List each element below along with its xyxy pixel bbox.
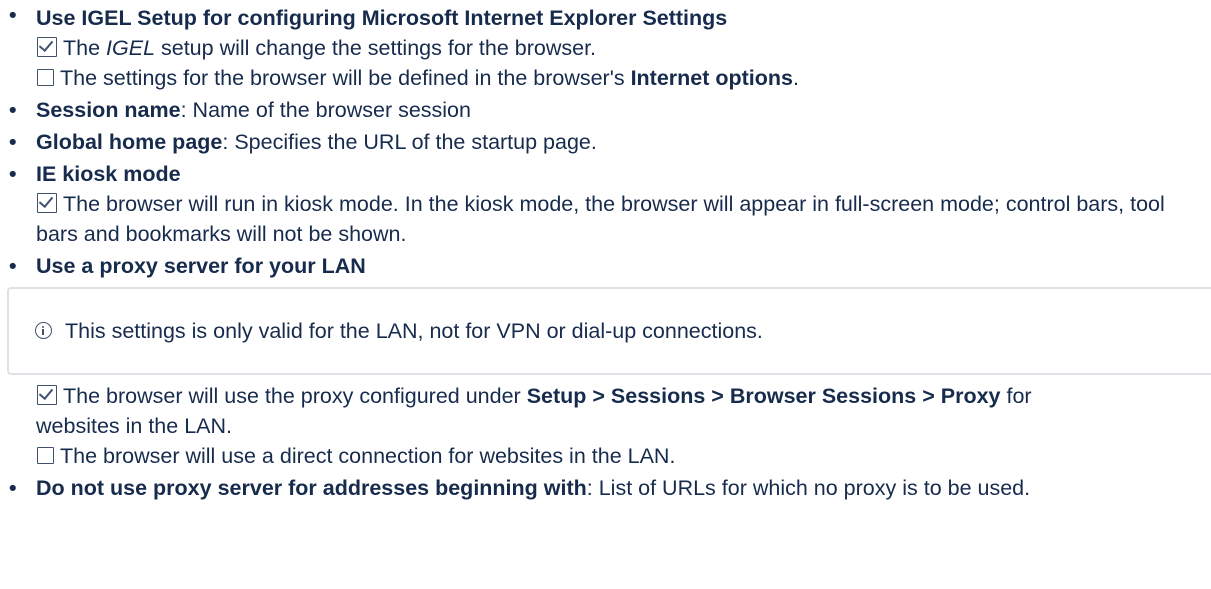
checked-option-line: The IGEL setup will change the settings …: [36, 33, 1211, 63]
list-item-global-home-page: • Global home page: Specifies the URL of…: [0, 127, 1211, 157]
settings-list: • Use IGEL Setup for configuring Microso…: [0, 0, 1211, 503]
item-heading: Use IGEL Setup for configuring Microsoft…: [36, 6, 728, 30]
item-description: : Name of the browser session: [180, 98, 471, 122]
option-text: setup will change the settings for the b…: [155, 36, 597, 60]
item-heading: Global home page: [36, 130, 223, 154]
option-text: The browser will use a direct connection…: [60, 444, 676, 468]
option-bold: Internet options: [630, 66, 793, 90]
checkbox-checked-icon: [37, 193, 57, 213]
document-body: • Use IGEL Setup for configuring Microso…: [0, 0, 1211, 503]
bullet: •: [9, 254, 17, 278]
checkbox-checked-icon: [37, 385, 57, 405]
option-text: .: [793, 66, 799, 90]
unchecked-option-line: The browser will use a direct connection…: [36, 441, 1211, 471]
item-heading: Use a proxy server for your LAN: [36, 254, 366, 278]
checkbox-empty-icon: [37, 69, 54, 86]
checkbox-empty-icon: [37, 447, 54, 464]
checked-option-line: The browser will use the proxy configure…: [36, 381, 1211, 441]
option-bold: Setup > Sessions > Browser Sessions > Pr…: [526, 384, 1001, 408]
bullet: •: [9, 476, 17, 500]
item-heading-line: Use IGEL Setup for configuring Microsoft…: [36, 3, 1211, 33]
option-text: The browser will use the proxy configure…: [63, 384, 527, 408]
checkbox-checked-icon: [37, 37, 57, 57]
item-line: Global home page: Specifies the URL of t…: [36, 127, 1211, 157]
option-text: The: [63, 36, 107, 60]
item-heading: IE kiosk mode: [36, 162, 181, 186]
item-heading-line: Use a proxy server for your LAN: [36, 251, 1211, 281]
bullet: •: [9, 3, 17, 27]
item-description: : List of URLs for which no proxy is to …: [586, 476, 1031, 500]
bullet: •: [9, 162, 17, 186]
bullet: •: [9, 130, 17, 154]
item-description: : Specifies the URL of the startup page.: [222, 130, 597, 154]
checked-option-line: The browser will run in kiosk mode. In t…: [36, 189, 1211, 249]
info-note-text: This settings is only valid for the LAN,…: [65, 319, 763, 343]
option-text: The browser will run in kiosk mode. In t…: [36, 192, 1165, 246]
option-emphasis: IGEL: [106, 36, 156, 60]
list-item-no-proxy-addresses: • Do not use proxy server for addresses …: [0, 473, 1211, 503]
info-icon: [35, 322, 52, 339]
item-line: Session name: Name of the browser sessio…: [36, 95, 1211, 125]
item-heading: Do not use proxy server for addresses be…: [36, 476, 587, 500]
option-text: The settings for the browser will be def…: [60, 66, 631, 90]
list-item-use-proxy-lan: • Use a proxy server for your LAN This s…: [0, 251, 1211, 471]
bullet: •: [9, 98, 17, 122]
item-heading-line: IE kiosk mode: [36, 159, 1211, 189]
list-item-use-igel-setup: • Use IGEL Setup for configuring Microso…: [0, 0, 1211, 93]
list-item-ie-kiosk-mode: • IE kiosk mode The browser will run in …: [0, 159, 1211, 249]
item-heading: Session name: [36, 98, 181, 122]
item-line: Do not use proxy server for addresses be…: [36, 473, 1211, 503]
info-panel: This settings is only valid for the LAN,…: [7, 287, 1211, 375]
list-item-session-name: • Session name: Name of the browser sess…: [0, 95, 1211, 125]
unchecked-option-line: The settings for the browser will be def…: [36, 63, 1211, 93]
